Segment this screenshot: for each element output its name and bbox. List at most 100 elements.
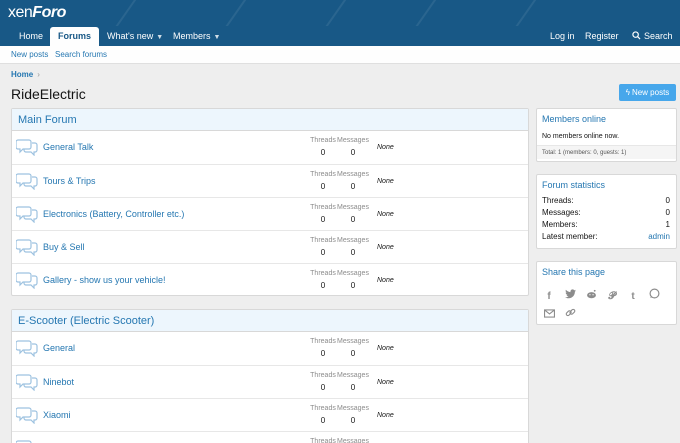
stat-row-messages: Messages: 0 xyxy=(542,208,670,217)
chevron-down-icon: ▼ xyxy=(156,34,164,41)
forum-node: Electronics (Battery, Controller etc.) Th… xyxy=(12,197,528,230)
latest-member-link[interactable]: admin xyxy=(648,231,670,243)
forum-statistics-widget: Forum statistics Threads: 0 Messages: 0 Me… xyxy=(536,174,677,249)
reddit-icon[interactable] xyxy=(585,289,597,301)
latest-post: None xyxy=(377,345,394,352)
messages-label: Messages xyxy=(337,338,369,345)
forum-chat-icon xyxy=(15,205,38,224)
stat-row-members: Members: 1 xyxy=(542,220,670,229)
forum-node-title[interactable]: Gallery - show us your vehicle! xyxy=(43,275,166,285)
forum-node-title[interactable]: Buy & Sell xyxy=(43,242,85,252)
messages-count: 0 xyxy=(350,148,356,157)
forum-node: Xiaomi Threads 0 Messages 0 None xyxy=(12,398,528,431)
header-decoration xyxy=(502,0,540,26)
messages-count: 0 xyxy=(350,215,356,224)
messages-label: Messages xyxy=(337,270,369,277)
forum-chat-icon xyxy=(15,238,38,257)
stat-row-threads: Threads: 0 xyxy=(542,196,670,205)
new-posts-button[interactable]: ϟ New posts xyxy=(619,84,676,101)
nav-tab-members[interactable]: Members ▼ xyxy=(165,26,228,46)
messages-count: 0 xyxy=(350,383,356,392)
nav-tab-forums[interactable]: Forums xyxy=(50,27,100,46)
search-icon xyxy=(632,31,641,40)
site-header: xenForo xyxy=(0,0,680,26)
messages-count: 0 xyxy=(350,248,356,257)
latest-post: None xyxy=(377,277,394,284)
latest-post: None xyxy=(377,211,394,218)
forum-chat-icon xyxy=(15,138,38,157)
bolt-icon: ϟ xyxy=(625,88,630,97)
chevron-down-icon: ▼ xyxy=(213,34,221,41)
stat-row-latest-member: Latest member: admin xyxy=(542,231,670,243)
messages-count: 0 xyxy=(350,281,356,290)
forum-node: Threads Messages xyxy=(12,431,528,443)
messages-label: Messages xyxy=(337,405,369,412)
messages-label: Messages xyxy=(337,438,369,443)
share-title: Share this page xyxy=(542,267,606,277)
nav-tab-whats-new[interactable]: What's new ▼ xyxy=(99,26,171,46)
sub-nav: New posts Search forums xyxy=(0,46,680,64)
breadcrumb-home[interactable]: Home xyxy=(11,70,33,79)
latest-post: None xyxy=(377,144,394,151)
share-icons-row-2 xyxy=(537,307,676,321)
forum-node: Gallery - show us your vehicle! Threads 0 M… xyxy=(12,263,528,296)
main-nav: Home Forums What's new ▼ Members ▼ Log in … xyxy=(0,26,680,46)
latest-post: None xyxy=(377,244,394,251)
search-link[interactable]: Search xyxy=(624,26,680,46)
forum-node: Ninebot Threads 0 Messages 0 None xyxy=(12,365,528,398)
messages-label: Messages xyxy=(337,137,369,144)
forum-node-title[interactable]: Tours & Trips xyxy=(43,176,96,186)
search-forums-link[interactable]: Search forums xyxy=(55,50,107,59)
header-decoration xyxy=(102,0,140,26)
forum-node: Tours & Trips Threads 0 Messages 0 None xyxy=(12,164,528,197)
forum-node-title[interactable]: Ninebot xyxy=(43,377,74,387)
tumblr-icon[interactable]: t xyxy=(627,291,639,303)
forum-statistics-title: Forum statistics xyxy=(542,180,606,190)
members-online-body: No members online now. xyxy=(542,133,620,140)
forum-node: General Talk Threads 0 Messages 0 None xyxy=(12,131,528,164)
forum-node-title[interactable]: Xiaomi xyxy=(43,410,71,420)
breadcrumb: Home › xyxy=(11,70,40,79)
site-logo[interactable]: xenForo xyxy=(8,4,66,22)
header-decoration xyxy=(312,0,350,26)
forum-chat-icon xyxy=(15,406,38,425)
messages-label: Messages xyxy=(337,237,369,244)
messages-label: Messages xyxy=(337,204,369,211)
members-online-title[interactable]: Members online xyxy=(537,109,676,129)
nav-tab-home[interactable]: Home xyxy=(11,26,51,46)
forum-node: General Threads 0 Messages 0 None xyxy=(12,332,528,365)
share-widget: Share this page f 𝓟t xyxy=(536,261,677,325)
new-posts-link[interactable]: New posts xyxy=(11,50,48,59)
category-title[interactable]: Main Forum xyxy=(12,109,528,131)
forum-node: Buy & Sell Threads 0 Messages 0 None xyxy=(12,230,528,263)
forum-category-escooter: E-Scooter (Electric Scooter) General Thre… xyxy=(11,309,529,443)
forum-node-title[interactable]: General xyxy=(43,343,75,353)
facebook-icon[interactable]: f xyxy=(543,291,555,303)
email-icon[interactable] xyxy=(543,309,555,321)
forum-chat-icon xyxy=(15,439,38,443)
members-online-total: Total: 1 (members: 0, guests: 1) xyxy=(537,145,676,159)
forum-node-title[interactable]: Electronics (Battery, Controller etc.) xyxy=(43,209,184,219)
latest-post: None xyxy=(377,178,394,185)
header-decoration xyxy=(402,0,440,26)
forum-chat-icon xyxy=(15,373,38,392)
messages-count: 0 xyxy=(350,349,356,358)
page-title: RideElectric xyxy=(11,86,86,102)
messages-label: Messages xyxy=(337,171,369,178)
messages-count: 0 xyxy=(350,416,356,425)
latest-post: None xyxy=(377,379,394,386)
chevron-right-icon: › xyxy=(37,70,40,79)
link-icon[interactable] xyxy=(564,307,576,319)
pinterest-icon[interactable]: 𝓟 xyxy=(606,291,618,303)
members-online-widget: Members online No members online now. To… xyxy=(536,108,677,162)
messages-label: Messages xyxy=(337,372,369,379)
latest-post: None xyxy=(377,412,394,419)
whatsapp-icon[interactable] xyxy=(648,288,660,300)
register-link[interactable]: Register xyxy=(577,26,627,46)
forum-category-main: Main Forum General Talk Threads 0 Messages 0… xyxy=(11,108,529,296)
category-title[interactable]: E-Scooter (Electric Scooter) xyxy=(12,310,528,332)
twitter-icon[interactable] xyxy=(564,289,576,301)
forum-chat-icon xyxy=(15,172,38,191)
forum-chat-icon xyxy=(15,339,38,358)
forum-node-title[interactable]: General Talk xyxy=(43,142,93,152)
